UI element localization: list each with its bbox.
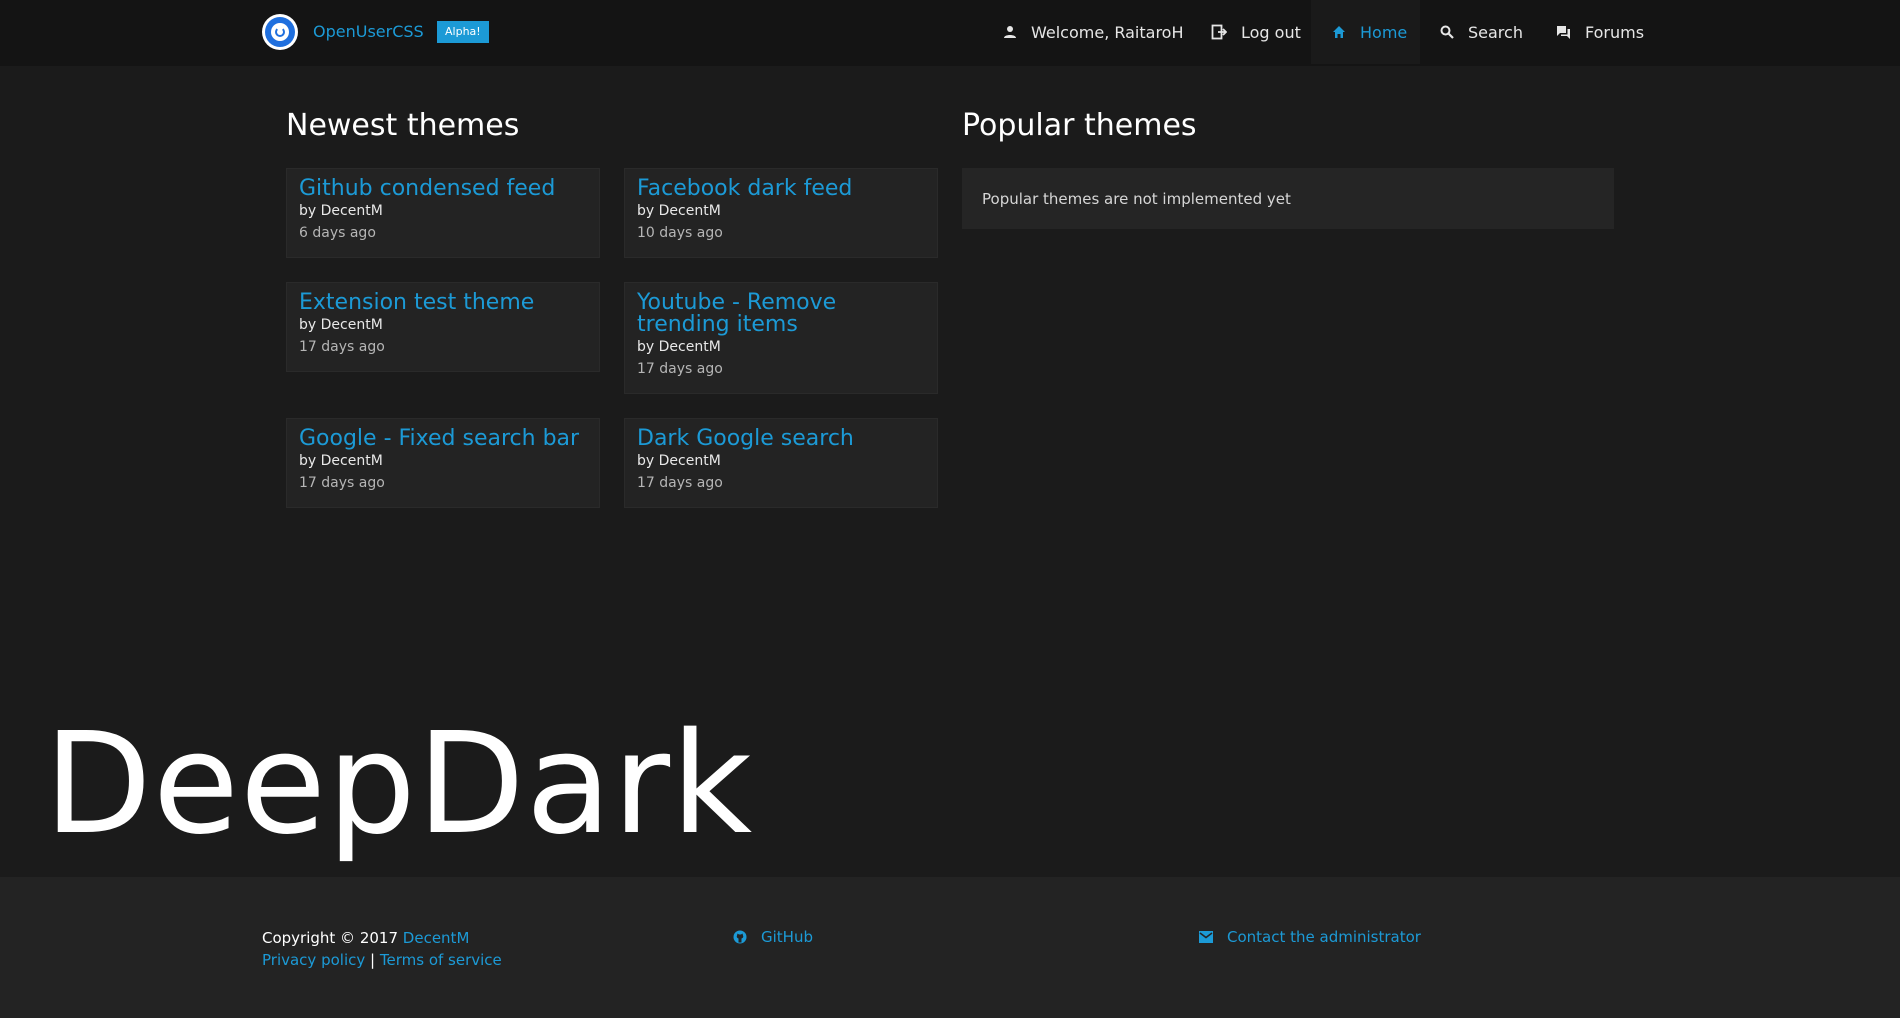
theme-card: Youtube - Remove trending items by Decen… <box>624 282 938 394</box>
theme-date: 17 days ago <box>299 339 385 355</box>
nav-forums[interactable]: Forums <box>1556 0 1644 64</box>
footer-copyright-block: Copyright © 2017 DecentM Privacy policy … <box>262 927 502 971</box>
search-icon <box>1440 25 1454 39</box>
person-icon <box>1004 26 1016 38</box>
theme-date: 17 days ago <box>637 475 723 491</box>
theme-title-link[interactable]: Github condensed feed <box>299 178 587 200</box>
welcome-label: Welcome, RaitaroH <box>1031 22 1184 42</box>
github-link[interactable]: GitHub <box>733 928 813 946</box>
contact-admin-link[interactable]: Contact the administrator <box>1199 928 1421 946</box>
theme-card: Github condensed feed by DecentM 6 days … <box>286 168 600 258</box>
theme-date: 17 days ago <box>299 475 385 491</box>
home-label: Home <box>1360 22 1408 42</box>
footer: Copyright © 2017 DecentM Privacy policy … <box>0 877 1900 1018</box>
theme-date: 6 days ago <box>299 225 376 241</box>
privacy-policy-link[interactable]: Privacy policy <box>262 951 365 969</box>
theme-author: by DecentM <box>637 339 721 355</box>
nav-search[interactable]: Search <box>1440 0 1523 64</box>
openusercss-logo-icon[interactable] <box>262 14 298 50</box>
nav-logout[interactable]: Log out <box>1211 0 1301 64</box>
nav-home[interactable]: Home <box>1311 0 1420 64</box>
theme-date: 10 days ago <box>637 225 723 241</box>
theme-author: by DecentM <box>637 453 721 469</box>
theme-card: Google - Fixed search bar by DecentM 17 … <box>286 418 600 508</box>
theme-title-link[interactable]: Facebook dark feed <box>637 178 925 200</box>
theme-card: Extension test theme by DecentM 17 days … <box>286 282 600 372</box>
copyright-text: Copyright © 2017 <box>262 929 399 947</box>
theme-author: by DecentM <box>299 453 383 469</box>
alpha-badge: Alpha! <box>437 21 489 43</box>
theme-title-link[interactable]: Extension test theme <box>299 292 587 314</box>
theme-card: Dark Google search by DecentM 17 days ag… <box>624 418 938 508</box>
home-icon <box>1333 26 1345 38</box>
github-label: GitHub <box>761 928 813 946</box>
theme-author: by DecentM <box>299 203 383 219</box>
nav-welcome-user[interactable]: Welcome, RaitaroH <box>1003 0 1184 64</box>
contact-label: Contact the administrator <box>1227 928 1421 946</box>
newest-themes-heading: Newest themes <box>286 108 520 143</box>
theme-title-link[interactable]: Dark Google search <box>637 428 925 450</box>
link-separator: | <box>370 951 376 969</box>
top-navbar: OpenUserCSS Alpha! Welcome, RaitaroH Log… <box>0 0 1900 66</box>
logout-icon <box>1211 24 1227 40</box>
mail-icon <box>1199 931 1213 943</box>
theme-card: Facebook dark feed by DecentM 10 days ag… <box>624 168 938 258</box>
deepdark-watermark: DeepDark <box>44 703 754 866</box>
brand-link[interactable]: OpenUserCSS <box>313 22 424 41</box>
forum-icon <box>1557 25 1570 39</box>
author-link[interactable]: DecentM <box>403 929 470 947</box>
theme-author: by DecentM <box>299 317 383 333</box>
logout-label: Log out <box>1241 22 1301 42</box>
search-label: Search <box>1468 22 1523 42</box>
terms-of-service-link[interactable]: Terms of service <box>380 951 502 969</box>
theme-date: 17 days ago <box>637 361 723 377</box>
theme-title-link[interactable]: Google - Fixed search bar <box>299 428 587 450</box>
popular-themes-heading: Popular themes <box>962 108 1197 143</box>
theme-title-link[interactable]: Youtube - Remove trending items <box>637 292 925 336</box>
popular-themes-notice: Popular themes are not implemented yet <box>962 168 1614 229</box>
theme-author: by DecentM <box>637 203 721 219</box>
github-icon <box>733 930 747 944</box>
forums-label: Forums <box>1585 22 1645 42</box>
